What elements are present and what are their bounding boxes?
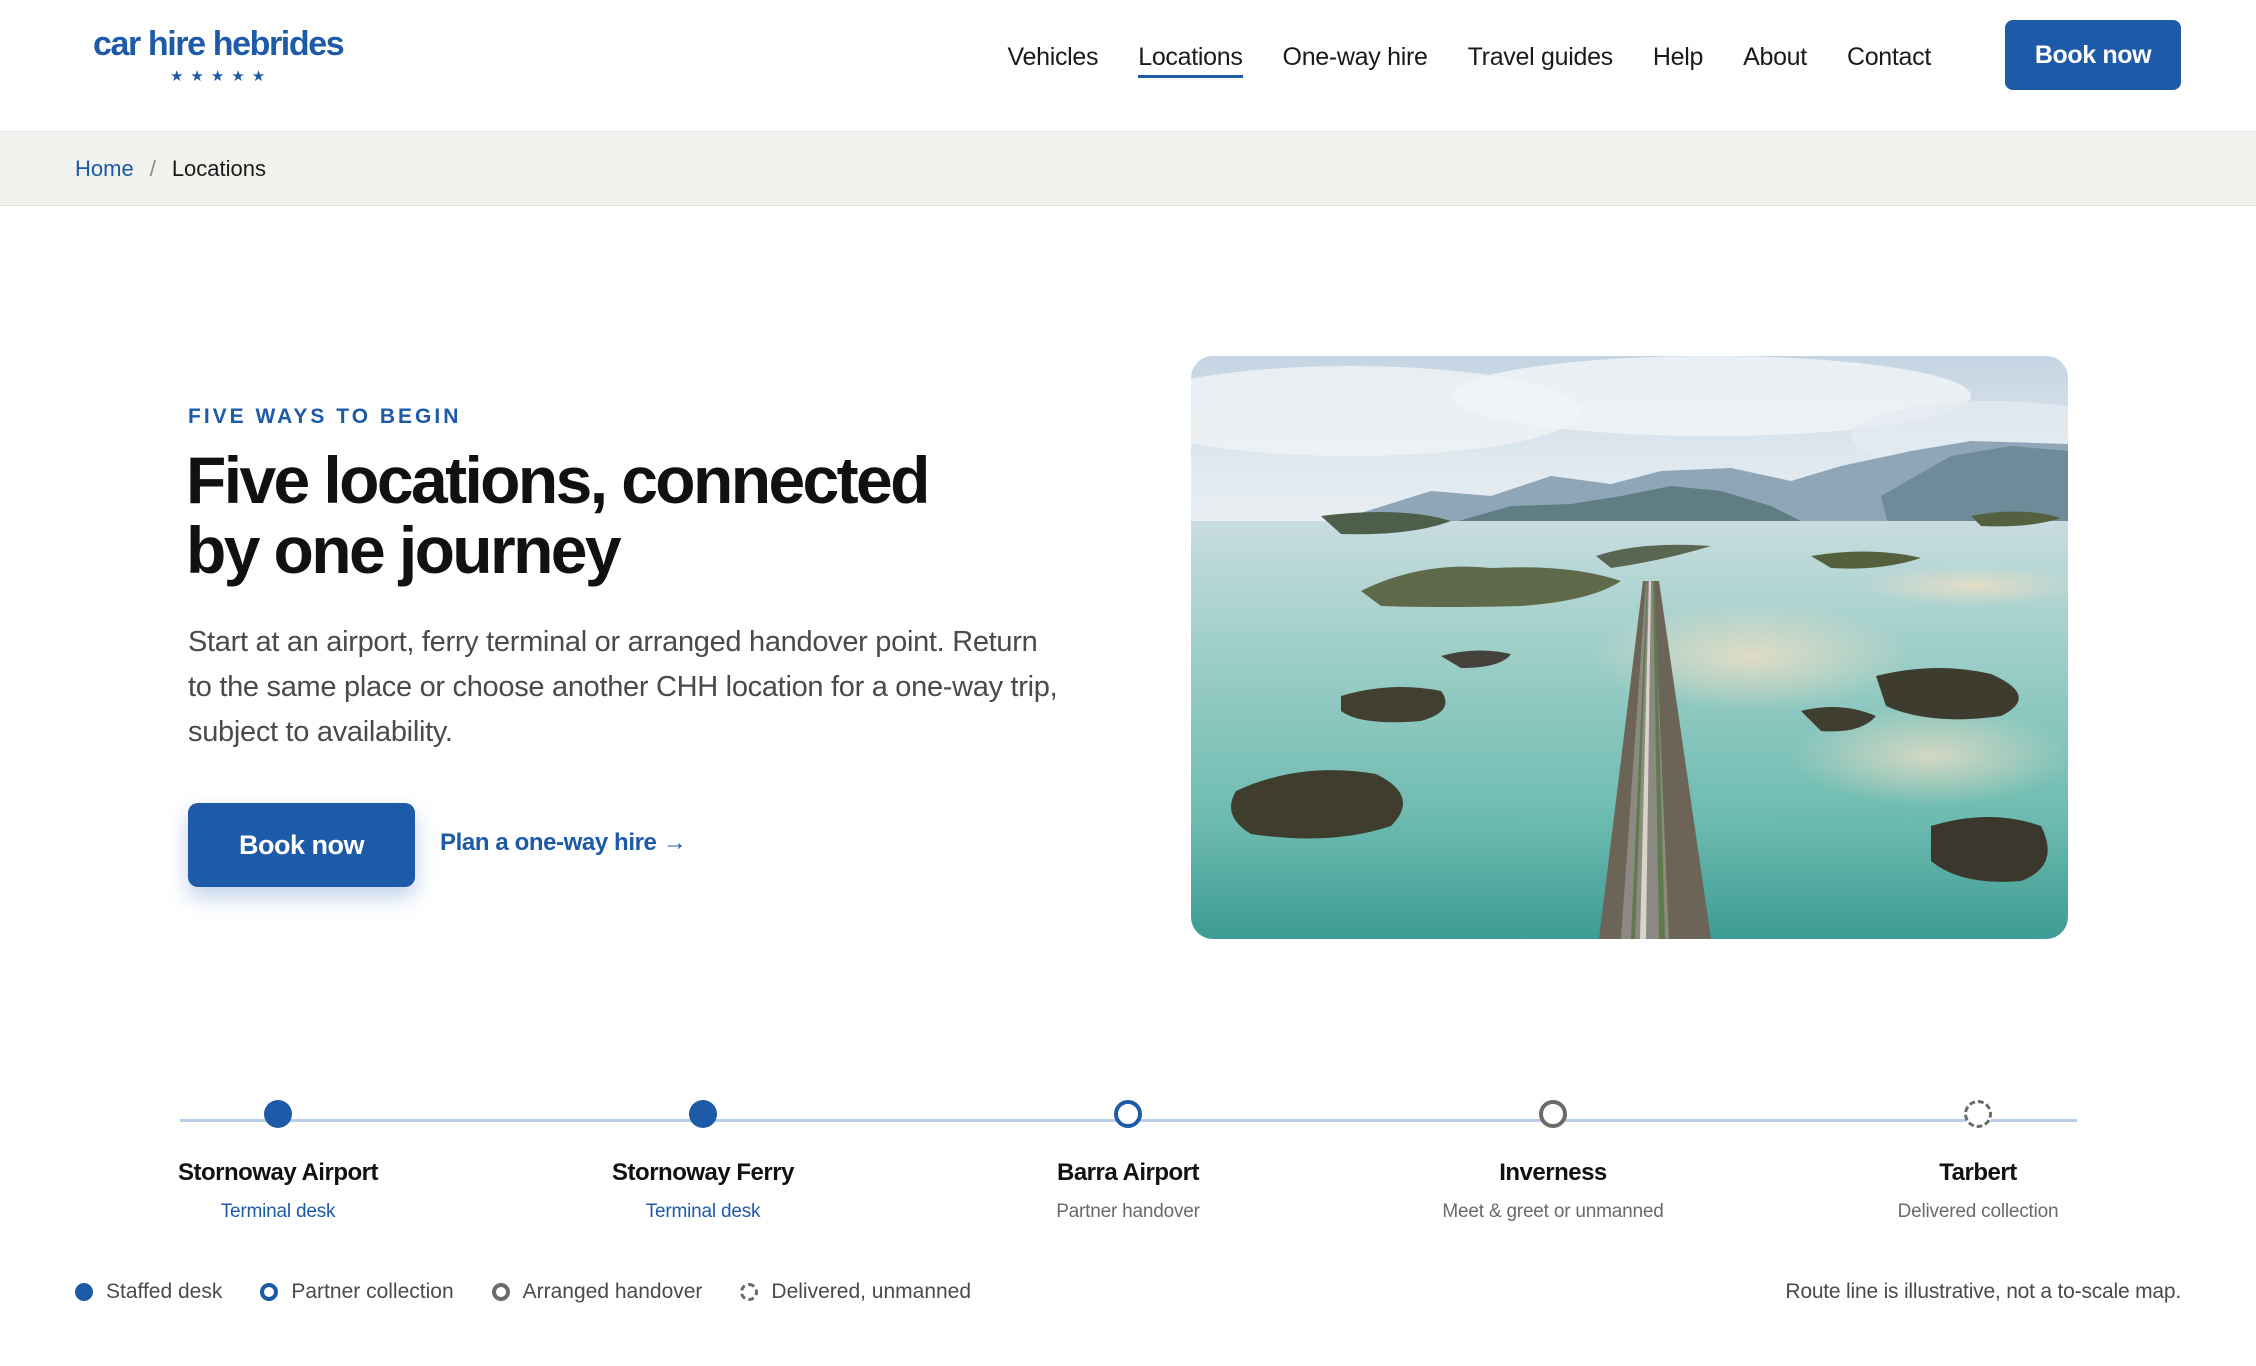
staffed-desk-marker-icon	[689, 1100, 717, 1128]
stop-name: Tarbert	[1939, 1159, 2017, 1186]
nav-vehicles[interactable]: Vehicles	[1008, 40, 1099, 78]
stop-type-link[interactable]: Terminal desk	[493, 1200, 913, 1224]
breadcrumb-home-link[interactable]: Home	[75, 156, 134, 182]
legend-item-handover: Arranged handover	[491, 1280, 703, 1304]
brand-logo[interactable]: car hire hebrides ★★★★★	[93, 24, 345, 86]
delivered-unmanned-marker-icon	[1964, 1100, 1992, 1128]
page-title: Five locations, connected by one journey	[186, 443, 930, 587]
stop-stornoway-airport[interactable]: Stornoway Airport Terminal desk	[68, 1100, 488, 1224]
staffed-desk-icon	[75, 1283, 93, 1301]
plan-one-way-link[interactable]: Plan a one-way hire →	[440, 829, 687, 857]
route-legend: Staffed desk Partner collection Arranged…	[75, 1280, 1009, 1304]
stop-name: Barra Airport	[1057, 1159, 1199, 1186]
brand-logo-text: car hire hebrides	[93, 25, 345, 63]
legend-item-partner: Partner collection	[260, 1280, 454, 1304]
nav-contact[interactable]: Contact	[1847, 40, 1931, 78]
partner-collection-marker-icon	[1114, 1100, 1142, 1128]
legend-item-staffed: Staffed desk	[75, 1280, 222, 1304]
nav-travel-guides[interactable]: Travel guides	[1468, 40, 1614, 78]
hero-description: Start at an airport, ferry terminal or a…	[188, 626, 1058, 748]
hero-eyebrow: FIVE WAYS TO BEGIN	[188, 405, 462, 428]
nav-locations[interactable]: Locations	[1138, 40, 1243, 78]
stop-name: Stornoway Ferry	[612, 1159, 794, 1186]
stop-type: Partner handover	[1056, 1201, 1200, 1222]
delivered-unmanned-icon	[740, 1283, 759, 1301]
stop-type: Delivered collection	[1897, 1201, 2059, 1222]
stop-name: Stornoway Airport	[178, 1159, 378, 1186]
breadcrumb: Home / Locations	[0, 131, 2256, 206]
stop-type: Meet & greet or unmanned	[1442, 1201, 1664, 1222]
breadcrumb-separator: /	[149, 155, 156, 181]
stop-tarbert[interactable]: Tarbert Delivered collection	[1768, 1100, 2188, 1224]
legend-item-delivered: Delivered, unmanned	[740, 1280, 971, 1304]
hero-book-now-button[interactable]: Book now	[188, 803, 415, 887]
staffed-desk-marker-icon	[264, 1100, 292, 1128]
legend-label: Delivered, unmanned	[771, 1280, 972, 1303]
legend-label: Partner collection	[291, 1280, 454, 1303]
site-header: car hire hebrides ★★★★★ Vehicles Locatio…	[0, 0, 2256, 131]
route-disclaimer: Route line is illustrative, not a to-sca…	[1785, 1280, 2181, 1303]
stop-name: Inverness	[1499, 1159, 1607, 1186]
brand-stars-icon: ★★★★★	[169, 68, 273, 85]
partner-collection-icon	[260, 1283, 279, 1301]
legend-label: Arranged handover	[522, 1280, 703, 1303]
nav-about[interactable]: About	[1743, 40, 1807, 78]
header-book-now-button[interactable]: Book now	[2005, 20, 2181, 90]
arranged-handover-marker-icon	[1539, 1100, 1567, 1128]
nav-one-way-hire[interactable]: One-way hire	[1283, 40, 1428, 78]
nav-help[interactable]: Help	[1653, 40, 1704, 78]
legend-label: Staffed desk	[106, 1280, 223, 1303]
arranged-handover-icon	[491, 1283, 510, 1301]
hero-causeway-photo	[1191, 356, 2068, 939]
stop-stornoway-ferry[interactable]: Stornoway Ferry Terminal desk	[493, 1100, 913, 1224]
stop-barra-airport[interactable]: Barra Airport Partner handover	[918, 1100, 1338, 1224]
main-nav: Vehicles Locations One-way hire Travel g…	[1008, 40, 1931, 78]
stop-inverness[interactable]: Inverness Meet & greet or unmanned	[1343, 1100, 1763, 1224]
breadcrumb-current: Locations	[171, 155, 266, 181]
stop-type-link[interactable]: Terminal desk	[68, 1200, 488, 1224]
